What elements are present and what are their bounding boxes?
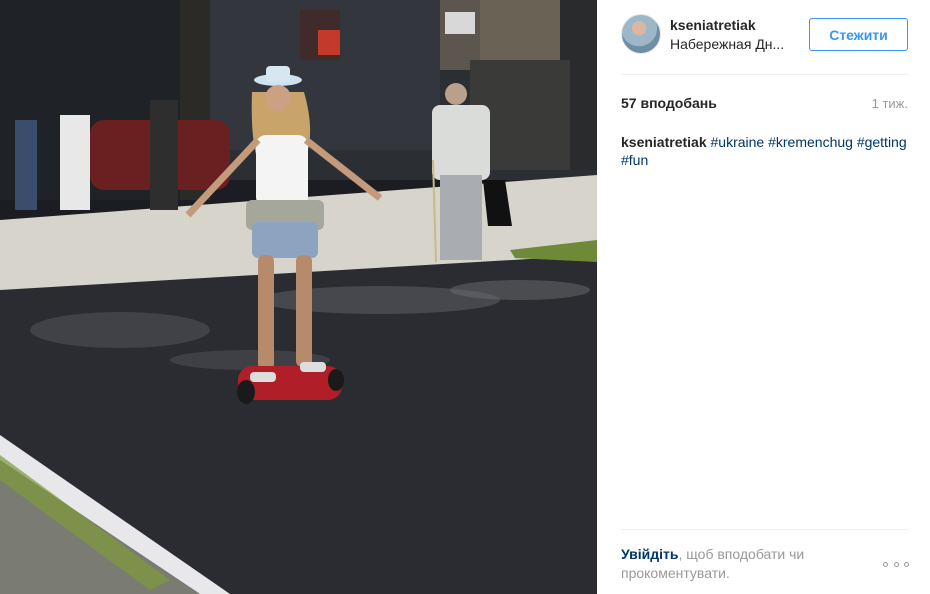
footer-divider [621, 529, 908, 530]
hashtag-ukraine[interactable]: #ukraine [711, 134, 765, 150]
location-link[interactable]: Набережная Дн... [670, 36, 784, 52]
post-header: kseniatretiak Набережная Дн... Стежити [621, 14, 908, 56]
caption-username[interactable]: kseniatretiak [621, 134, 707, 150]
post-photo[interactable] [0, 0, 597, 594]
more-dot [883, 561, 888, 567]
likes-count[interactable]: 57 вподобань [621, 95, 717, 111]
hashtag-kremenchug[interactable]: #kremenchug [768, 134, 853, 150]
photo-scene [0, 0, 597, 594]
more-dot [893, 561, 899, 567]
more-dot [904, 561, 909, 567]
hashtag-getting[interactable]: #getting [857, 134, 907, 150]
more-options-icon[interactable] [883, 560, 909, 568]
follow-button[interactable]: Стежити [809, 18, 908, 51]
avatar[interactable] [621, 14, 661, 54]
hashtag-fun[interactable]: #fun [621, 152, 648, 168]
header-divider [621, 74, 908, 75]
login-prompt: Увійдіть, щоб вподобати чи прокоментуват… [621, 545, 851, 583]
post-caption: kseniatretiak #ukraine #kremenchug #gett… [621, 133, 908, 169]
post-sidebar: kseniatretiak Набережная Дн... Стежити 5… [597, 0, 930, 594]
post-time[interactable]: 1 тиж. [872, 96, 908, 111]
username-link[interactable]: kseniatretiak [670, 17, 756, 33]
login-link[interactable]: Увійдіть [621, 546, 679, 562]
